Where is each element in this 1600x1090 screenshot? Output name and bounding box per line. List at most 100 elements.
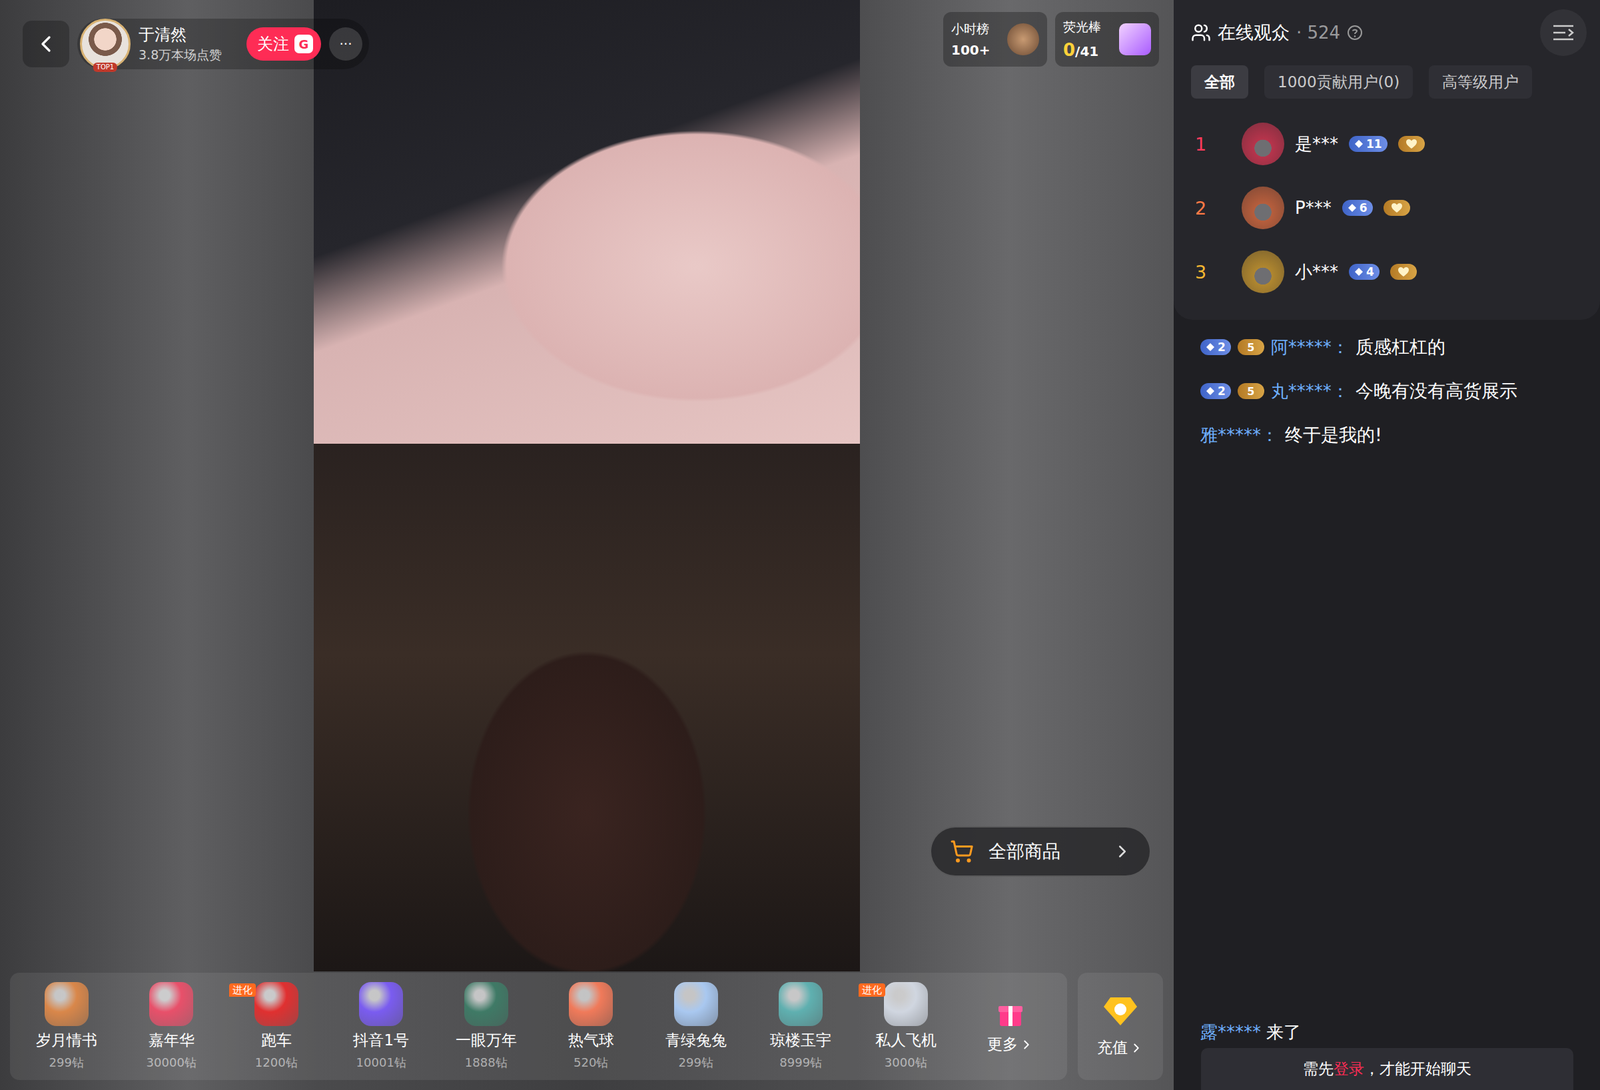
ranking-highlight: 0 bbox=[1063, 39, 1076, 60]
gift-icon bbox=[568, 981, 613, 1026]
ranking-card[interactable]: 小时榜 100+ bbox=[943, 11, 1048, 67]
fan-badge: 5 bbox=[1237, 383, 1265, 400]
gift-box-icon bbox=[994, 997, 1027, 1030]
avatar-badge: TOP1 bbox=[93, 62, 118, 72]
login-bar[interactable]: 需先登录，才能开始聊天 bbox=[1200, 1047, 1574, 1090]
streamer-pill[interactable]: TOP1于清然3.8万本场点赞关注G··· bbox=[77, 18, 370, 70]
level-icon bbox=[1354, 139, 1364, 149]
chat-message: 25 丸*****：今晚有没有高货展示 bbox=[1200, 375, 1585, 407]
presenter-frame bbox=[313, 443, 860, 972]
streamer-name: 于清然 bbox=[138, 23, 239, 46]
gift-name: 一眼万年 bbox=[455, 1029, 517, 1051]
audience-title: 在线观众 bbox=[1217, 20, 1290, 45]
back-button[interactable] bbox=[22, 20, 70, 68]
arrow-icon bbox=[1112, 841, 1133, 862]
ranking-label: 小时榜 bbox=[951, 20, 991, 38]
gift-name: 嘉年华 bbox=[148, 1029, 195, 1051]
recharge-label: 充值 bbox=[1097, 1037, 1144, 1058]
video[interactable] bbox=[313, 0, 860, 973]
chat-message: 25阿*****：质感杠杠的 bbox=[1200, 331, 1585, 363]
gift-icon bbox=[464, 981, 509, 1026]
level-icon bbox=[1347, 203, 1357, 213]
chat-list: 25阿*****：质感杠杠的 25 丸*****：今晚有没有高货展示雅*****：终… bbox=[1173, 319, 1600, 451]
collapse-button[interactable] bbox=[1540, 9, 1587, 56]
chat-message: 雅*****：终于是我的! bbox=[1200, 419, 1585, 451]
level-icon bbox=[1205, 342, 1215, 352]
follow-badge: G bbox=[294, 34, 314, 54]
gift-name: 琼楼玉宇 bbox=[770, 1029, 832, 1051]
live-main: TOP1于清然3.8万本场点赞关注G···小时榜100+荧光棒0/41全部商品岁… bbox=[0, 0, 1174, 1090]
gift-price: 520钻 bbox=[573, 1054, 609, 1071]
gift-price: 3000钻 bbox=[884, 1054, 928, 1071]
gift-price: 1200钻 bbox=[255, 1054, 298, 1071]
help-icon[interactable] bbox=[1346, 24, 1363, 41]
level-badge: 4 bbox=[1348, 263, 1380, 280]
gift-item[interactable]: 岁月情书299钻 bbox=[13, 977, 120, 1075]
gift-icon bbox=[149, 981, 194, 1026]
gift-price: 8999钻 bbox=[779, 1054, 822, 1071]
chat-user[interactable]: 雅*****： bbox=[1200, 423, 1279, 447]
follow-button[interactable]: 关注G bbox=[246, 27, 322, 61]
rankings: 小时榜 100+ 荧光棒0/41 bbox=[943, 11, 1160, 67]
streamer-avatar[interactable] bbox=[79, 18, 131, 70]
audience-row[interactable]: 1是***11 bbox=[1191, 111, 1587, 176]
user-avatar bbox=[1241, 122, 1285, 166]
level-badge: 6 bbox=[1342, 199, 1373, 216]
avatar-wrap: TOP1 bbox=[79, 18, 131, 70]
gift-item[interactable]: 进化私人飞机 3000钻 bbox=[853, 977, 959, 1075]
level-badge: 11 bbox=[1348, 135, 1388, 152]
gift-icon bbox=[883, 981, 928, 1026]
chat-user[interactable]: 阿*****： bbox=[1270, 335, 1349, 360]
rank-number: 2 bbox=[1191, 197, 1231, 219]
more-label: 更多 bbox=[987, 1033, 1034, 1055]
gift-price: 299钻 bbox=[678, 1054, 714, 1071]
ranking-value: 100+ bbox=[951, 41, 991, 58]
fan-badge bbox=[1398, 135, 1425, 152]
audience-count: · 524 bbox=[1296, 22, 1341, 43]
gift-item[interactable]: 青绿兔兔 299钻 bbox=[643, 977, 749, 1075]
user-avatar bbox=[1241, 250, 1285, 294]
hourly-icon bbox=[1007, 23, 1040, 56]
gift-item[interactable]: 进化跑车1200钻 bbox=[223, 977, 330, 1075]
gift-item[interactable]: 嘉年华30000钻 bbox=[119, 977, 225, 1075]
user-name: P*** bbox=[1294, 197, 1332, 218]
audience-tab[interactable]: 高等级用户 bbox=[1428, 65, 1533, 99]
top-bar: TOP1于清然3.8万本场点赞关注G··· bbox=[22, 18, 370, 70]
gift-item[interactable]: 热气球520钻 bbox=[538, 977, 645, 1075]
level-badge: 2 bbox=[1200, 383, 1231, 400]
gift-name: 青绿兔兔 bbox=[665, 1029, 727, 1051]
gift-icon bbox=[44, 981, 89, 1026]
user-avatar bbox=[1241, 186, 1285, 230]
chat-text: 终于是我的! bbox=[1284, 422, 1383, 447]
heart-icon bbox=[1390, 202, 1403, 214]
arrow-icon bbox=[1019, 1037, 1034, 1052]
heart-icon bbox=[1397, 266, 1410, 278]
gift-item[interactable]: 一眼万年1888钻 bbox=[433, 977, 539, 1075]
level-icon bbox=[1205, 386, 1215, 396]
evolve-badge: 进化 bbox=[858, 983, 886, 997]
chat-user[interactable]: 丸*****： bbox=[1270, 379, 1349, 403]
gift-item[interactable]: 抖音1号10001钻 bbox=[329, 977, 435, 1075]
chat-text: 今晚有没有高货展示 bbox=[1355, 379, 1518, 403]
gift-name: 私人飞机 bbox=[875, 1029, 937, 1051]
recharge-button[interactable]: 充值 bbox=[1077, 972, 1164, 1080]
level-icon bbox=[1354, 267, 1364, 277]
audience-row[interactable]: 3小***4 bbox=[1191, 239, 1587, 304]
gift-bar: 岁月情书299钻嘉年华30000钻进化跑车1200钻抖音1号10001钻一眼万年… bbox=[9, 972, 1068, 1080]
more-button[interactable]: ··· bbox=[329, 27, 363, 61]
gift-price: 10001钻 bbox=[356, 1054, 407, 1071]
ranking-card[interactable]: 荧光棒0/41 bbox=[1055, 11, 1160, 67]
goods-button[interactable]: 全部商品 bbox=[929, 825, 1152, 877]
audience-row[interactable]: 2 P*** 6 bbox=[1191, 175, 1587, 240]
audience-tab[interactable]: 1000贡献用户(0) bbox=[1264, 65, 1413, 99]
audience-sidebar: 在线观众 · 524 全部 1000贡献用户(0) 高等级用户 1是***11 2 P*** 6… bbox=[1173, 0, 1600, 1090]
gift-item[interactable]: 琼楼玉宇 8999钻 bbox=[748, 977, 854, 1075]
glowstick-icon bbox=[1119, 23, 1152, 56]
heart-icon bbox=[1405, 138, 1418, 150]
arrival-user[interactable]: 露***** bbox=[1200, 1020, 1261, 1044]
product-frame bbox=[313, 0, 860, 444]
more-gifts[interactable]: 更多 bbox=[958, 977, 1064, 1075]
login-link[interactable]: 登录 bbox=[1333, 1059, 1365, 1078]
rank-number: 1 bbox=[1191, 133, 1231, 155]
audience-tab[interactable]: 全部 bbox=[1191, 65, 1249, 99]
